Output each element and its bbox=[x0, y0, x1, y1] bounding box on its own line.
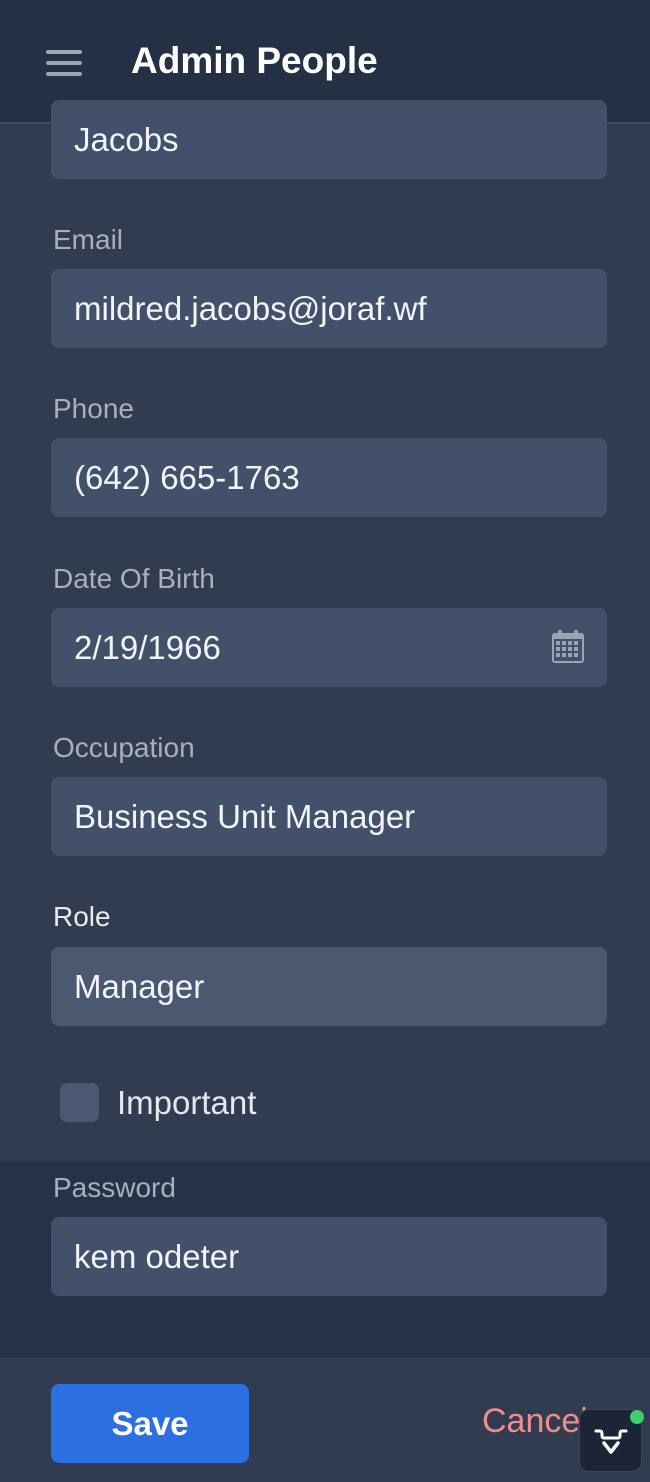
dob-label: Date Of Birth bbox=[53, 563, 215, 594]
dob-value: 2/19/1966 bbox=[74, 628, 221, 666]
important-checkbox-row[interactable]: Important bbox=[60, 1083, 256, 1122]
password-label: Password bbox=[53, 1172, 176, 1203]
role-label: Role bbox=[53, 901, 111, 932]
password-value: kem odeter bbox=[74, 1237, 240, 1275]
page-title: Admin People bbox=[131, 40, 378, 81]
occupation-value: Business Unit Manager bbox=[74, 797, 416, 835]
last-name-value: Jacobs bbox=[74, 120, 179, 158]
important-checkbox[interactable] bbox=[60, 1083, 99, 1122]
dob-field[interactable]: 2/19/1966 bbox=[51, 608, 607, 687]
vaadin-logo-icon bbox=[594, 1429, 627, 1454]
hamburger-menu-icon[interactable] bbox=[46, 50, 82, 76]
password-field[interactable]: kem odeter bbox=[51, 1217, 607, 1296]
cancel-button[interactable]: Cancel bbox=[482, 1402, 588, 1441]
role-value: Manager bbox=[74, 967, 205, 1005]
important-label: Important bbox=[117, 1083, 257, 1121]
email-value: mildred.jacobs@joraf.wf bbox=[74, 289, 427, 327]
save-button[interactable]: Save bbox=[51, 1384, 249, 1463]
role-select[interactable]: Manager bbox=[51, 947, 607, 1026]
email-field[interactable]: mildred.jacobs@joraf.wf bbox=[51, 269, 607, 348]
phone-value: (642) 665-1763 bbox=[74, 458, 300, 496]
email-label: Email bbox=[53, 224, 124, 255]
occupation-field[interactable]: Business Unit Manager bbox=[51, 777, 607, 856]
phone-field[interactable]: (642) 665-1763 bbox=[51, 438, 607, 517]
occupation-label: Occupation bbox=[53, 732, 195, 763]
last-name-field[interactable]: Jacobs bbox=[51, 100, 607, 179]
calendar-icon[interactable] bbox=[551, 630, 585, 664]
status-indicator bbox=[630, 1410, 644, 1424]
phone-label: Phone bbox=[53, 393, 134, 424]
